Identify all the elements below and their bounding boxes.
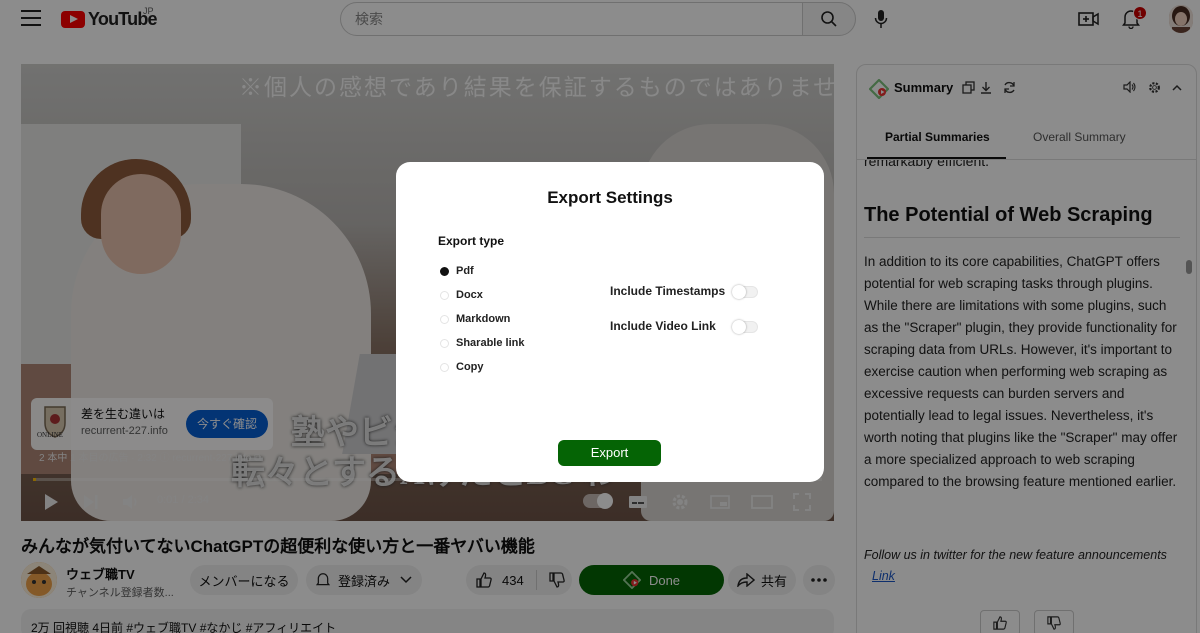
export-settings-dialog: Export Settings Export type Pdf Docx Mar… xyxy=(396,162,824,482)
option-label-copy: Copy xyxy=(456,361,484,373)
export-button[interactable]: Export xyxy=(558,440,661,466)
export-type-label: Export type xyxy=(438,234,505,248)
include-video-link-toggle[interactable] xyxy=(732,320,758,334)
option-label-sharable-link: Sharable link xyxy=(456,337,525,349)
radio-docx[interactable] xyxy=(440,290,449,300)
export-option-pdf[interactable]: Pdf xyxy=(440,265,474,277)
include-video-link-label: Include Video Link xyxy=(610,319,716,333)
export-option-sharable-link[interactable]: Sharable link xyxy=(440,337,524,349)
export-option-copy[interactable]: Copy xyxy=(440,361,484,373)
radio-pdf[interactable] xyxy=(440,266,449,276)
option-label-markdown: Markdown xyxy=(456,313,511,325)
option-label-pdf: Pdf xyxy=(456,265,474,277)
radio-copy[interactable] xyxy=(440,362,449,372)
include-timestamps-toggle[interactable] xyxy=(732,285,758,299)
include-timestamps-label: Include Timestamps xyxy=(610,284,726,298)
radio-markdown[interactable] xyxy=(440,314,449,324)
export-option-markdown[interactable]: Markdown xyxy=(440,313,510,325)
dialog-title: Export Settings xyxy=(547,188,673,207)
export-option-docx[interactable]: Docx xyxy=(440,289,483,301)
option-label-docx: Docx xyxy=(456,289,483,301)
radio-sharable-link[interactable] xyxy=(440,338,449,348)
